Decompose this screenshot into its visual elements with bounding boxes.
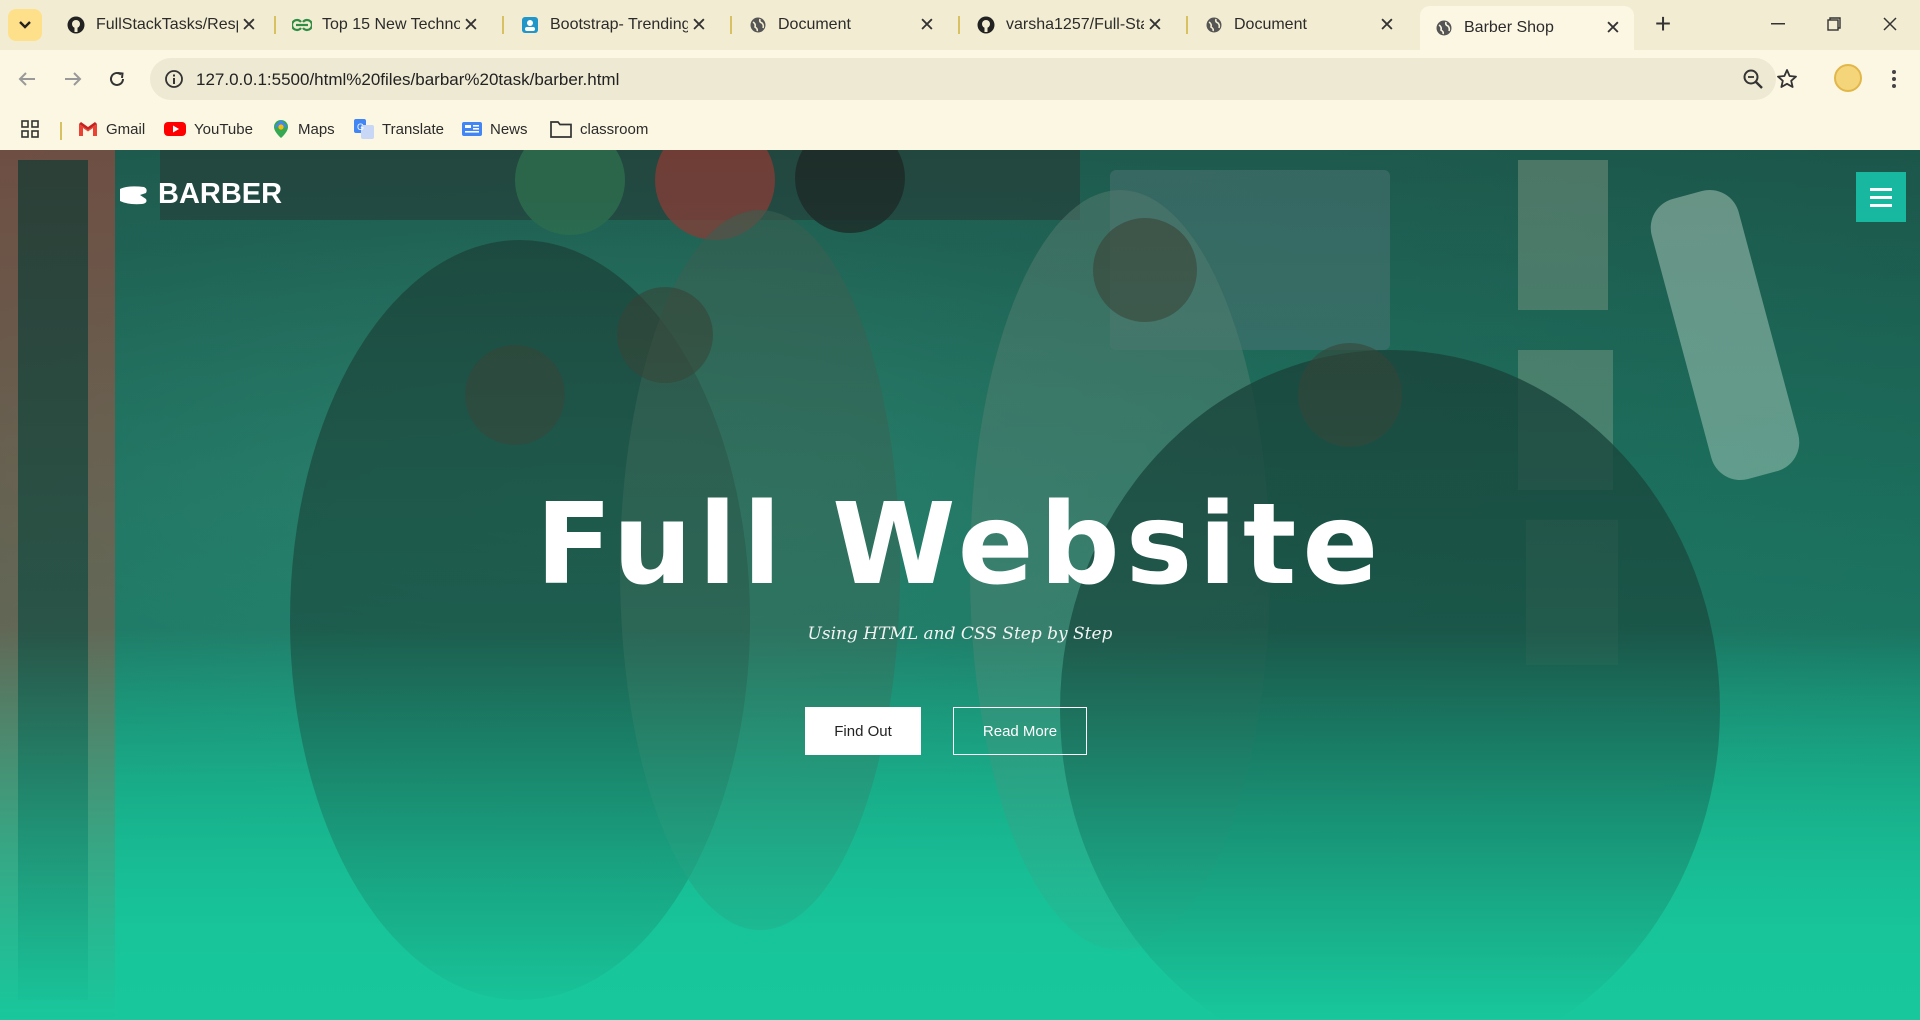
close-icon[interactable]: ✕ — [916, 14, 938, 36]
translate-icon: G — [354, 119, 374, 139]
apps-button[interactable] — [20, 116, 40, 142]
close-icon[interactable]: ✕ — [1602, 17, 1624, 39]
menu-icon[interactable] — [1880, 64, 1908, 94]
tab-separator — [958, 16, 960, 34]
browser-toolbar: 127.0.0.1:5500/html%20files/barbar%20tas… — [0, 50, 1920, 108]
geeksforgeeks-icon — [292, 15, 312, 35]
tab-1[interactable]: Top 15 New Technolo ✕ — [278, 8, 492, 42]
read-more-button[interactable]: Read More — [953, 707, 1087, 755]
close-icon[interactable]: ✕ — [1376, 14, 1398, 36]
bookmark-label: Translate — [382, 120, 444, 138]
globe-icon — [748, 15, 768, 35]
tab-title: varsha1257/Full-Stac — [1006, 16, 1144, 33]
arrow-right-icon — [65, 72, 82, 86]
tab-strip: FullStackTasks/Respo ✕ Top 15 New Techno… — [0, 0, 1920, 50]
close-icon[interactable]: ✕ — [688, 14, 710, 36]
tab-4[interactable]: varsha1257/Full-Stac ✕ — [962, 8, 1176, 42]
close-icon[interactable]: ✕ — [460, 14, 482, 36]
find-out-button[interactable]: Find Out — [805, 707, 921, 755]
profile-avatar[interactable] — [1834, 64, 1862, 92]
reload-icon — [110, 71, 124, 86]
zoom-icon[interactable] — [1742, 68, 1764, 95]
hero-subtitle: Using HTML and CSS Step by Step — [807, 624, 1113, 644]
tab-6-active[interactable]: Barber Shop ✕ — [1420, 6, 1634, 50]
bookmark-youtube[interactable]: YouTube — [164, 116, 253, 142]
brand-name: BARBER — [158, 178, 283, 210]
tab-title: Document — [778, 16, 851, 33]
tab-separator — [274, 16, 276, 34]
site-brand[interactable]: BARBER — [118, 178, 282, 211]
tab-5[interactable]: Document ✕ — [1190, 8, 1408, 42]
bookmark-label: classroom — [580, 120, 649, 138]
gmail-icon — [78, 121, 98, 137]
globe-icon — [1204, 15, 1224, 35]
github-icon — [976, 15, 996, 35]
tab-separator — [730, 16, 732, 34]
page-viewport: BARBER Full Website Using HTML and CSS S… — [0, 150, 1920, 1020]
news-icon — [462, 120, 482, 138]
plus-icon: + — [1654, 8, 1672, 39]
address-bar[interactable]: 127.0.0.1:5500/html%20files/barbar%20tas… — [150, 58, 1797, 100]
chevron-down-icon — [19, 21, 31, 29]
tab-title: FullStackTasks/Respo — [96, 16, 238, 33]
tab-search-button[interactable] — [8, 9, 42, 41]
tab-separator — [502, 16, 504, 34]
back-button[interactable] — [10, 62, 44, 96]
minimize-icon — [1771, 23, 1785, 25]
forward-button[interactable] — [56, 62, 90, 96]
bookmark-news[interactable]: News — [462, 116, 528, 142]
restore-icon — [1827, 17, 1841, 31]
folder-icon — [550, 120, 572, 138]
arrow-left-icon — [18, 72, 35, 86]
apps-grid-icon — [21, 120, 39, 138]
bookmarks-bar: Gmail YouTube Maps G Translate News clas… — [0, 108, 1920, 150]
svg-text:G: G — [357, 122, 364, 132]
bookmark-label: YouTube — [194, 120, 253, 138]
tab-separator — [1186, 16, 1188, 34]
bookmark-label: Gmail — [106, 120, 146, 138]
youtube-icon — [164, 121, 186, 137]
url-text[interactable]: 127.0.0.1:5500/html%20files/barbar%20tas… — [196, 70, 619, 90]
github-icon — [66, 15, 86, 35]
bookmark-star-icon[interactable] — [1776, 68, 1798, 95]
hero-title: Full Website — [535, 480, 1385, 610]
nav-menu-toggle[interactable] — [1856, 172, 1906, 222]
bookmark-label: News — [490, 120, 528, 138]
maps-icon — [272, 119, 290, 139]
bootstrap-icon — [520, 15, 540, 35]
tab-title: Document — [1234, 16, 1307, 33]
tab-2[interactable]: Bootstrap- Trending ✕ — [506, 8, 720, 42]
tab-0[interactable]: FullStackTasks/Respo ✕ — [52, 8, 270, 42]
tab-3[interactable]: Document ✕ — [734, 8, 948, 42]
close-icon[interactable]: ✕ — [238, 14, 260, 36]
bookmark-separator — [60, 122, 62, 140]
scissors-logo-icon — [118, 183, 150, 207]
bookmark-label: Maps — [298, 120, 335, 138]
info-icon[interactable] — [164, 69, 184, 94]
globe-icon — [1434, 18, 1454, 38]
reload-button[interactable] — [100, 62, 134, 96]
bookmark-gmail[interactable]: Gmail — [78, 116, 145, 142]
tab-title: Bootstrap- Trending — [550, 16, 688, 33]
tab-title: Barber Shop — [1464, 19, 1554, 36]
bookmark-translate[interactable]: G Translate — [354, 116, 444, 142]
close-window-button[interactable] — [1870, 8, 1910, 40]
new-tab-button[interactable]: + — [1648, 10, 1678, 40]
bookmark-maps[interactable]: Maps — [272, 116, 335, 142]
restore-button[interactable] — [1814, 8, 1854, 40]
bookmark-classroom-folder[interactable]: classroom — [550, 116, 648, 142]
minimize-button[interactable] — [1758, 8, 1798, 40]
tab-title: Top 15 New Technolo — [322, 16, 460, 33]
close-icon[interactable]: ✕ — [1144, 14, 1166, 36]
close-icon — [1883, 17, 1897, 31]
